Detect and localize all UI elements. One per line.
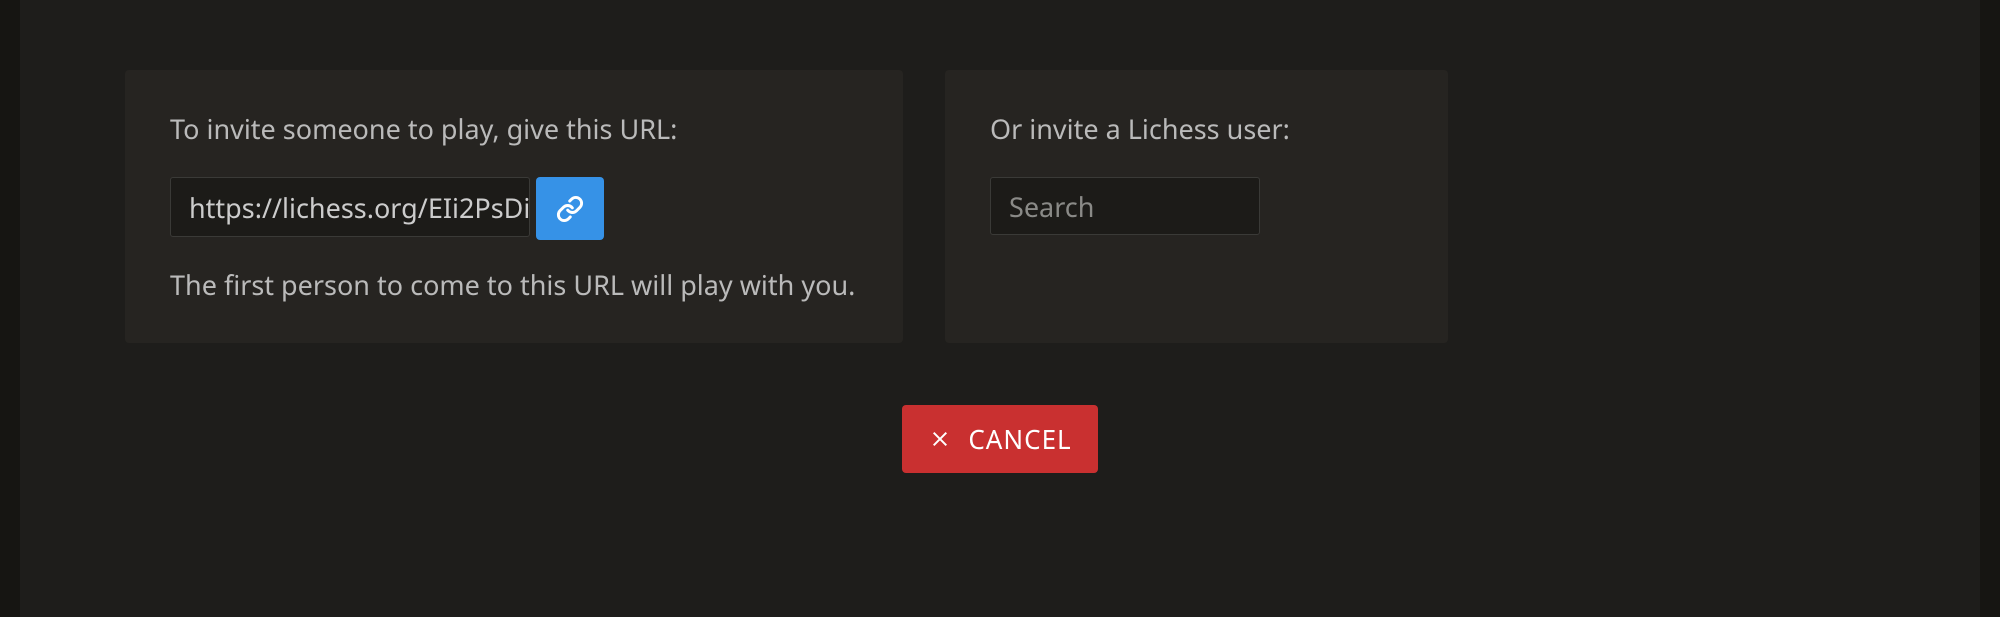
cancel-button[interactable]: CANCEL <box>902 405 1097 473</box>
page-inner: To invite someone to play, give this URL… <box>20 0 1980 617</box>
cancel-label: CANCEL <box>968 421 1071 457</box>
invite-user-title: Or invite a Lichess user: <box>990 110 1403 147</box>
panels-row: To invite someone to play, give this URL… <box>20 70 1980 343</box>
invite-url-title: To invite someone to play, give this URL… <box>170 110 858 147</box>
invite-url-hint: The first person to come to this URL wil… <box>170 266 858 303</box>
page-outer: To invite someone to play, give this URL… <box>0 0 2000 617</box>
invite-user-panel: Or invite a Lichess user: <box>945 70 1448 343</box>
close-icon <box>928 427 952 451</box>
link-icon <box>556 195 584 223</box>
invite-url-panel: To invite someone to play, give this URL… <box>125 70 903 343</box>
user-search-input[interactable] <box>990 177 1260 235</box>
invite-url-field[interactable]: https://lichess.org/EIi2PsDi <box>170 177 530 237</box>
cancel-row: CANCEL <box>20 405 1980 473</box>
copy-url-button[interactable] <box>536 177 604 240</box>
url-row: https://lichess.org/EIi2PsDi <box>170 177 858 240</box>
